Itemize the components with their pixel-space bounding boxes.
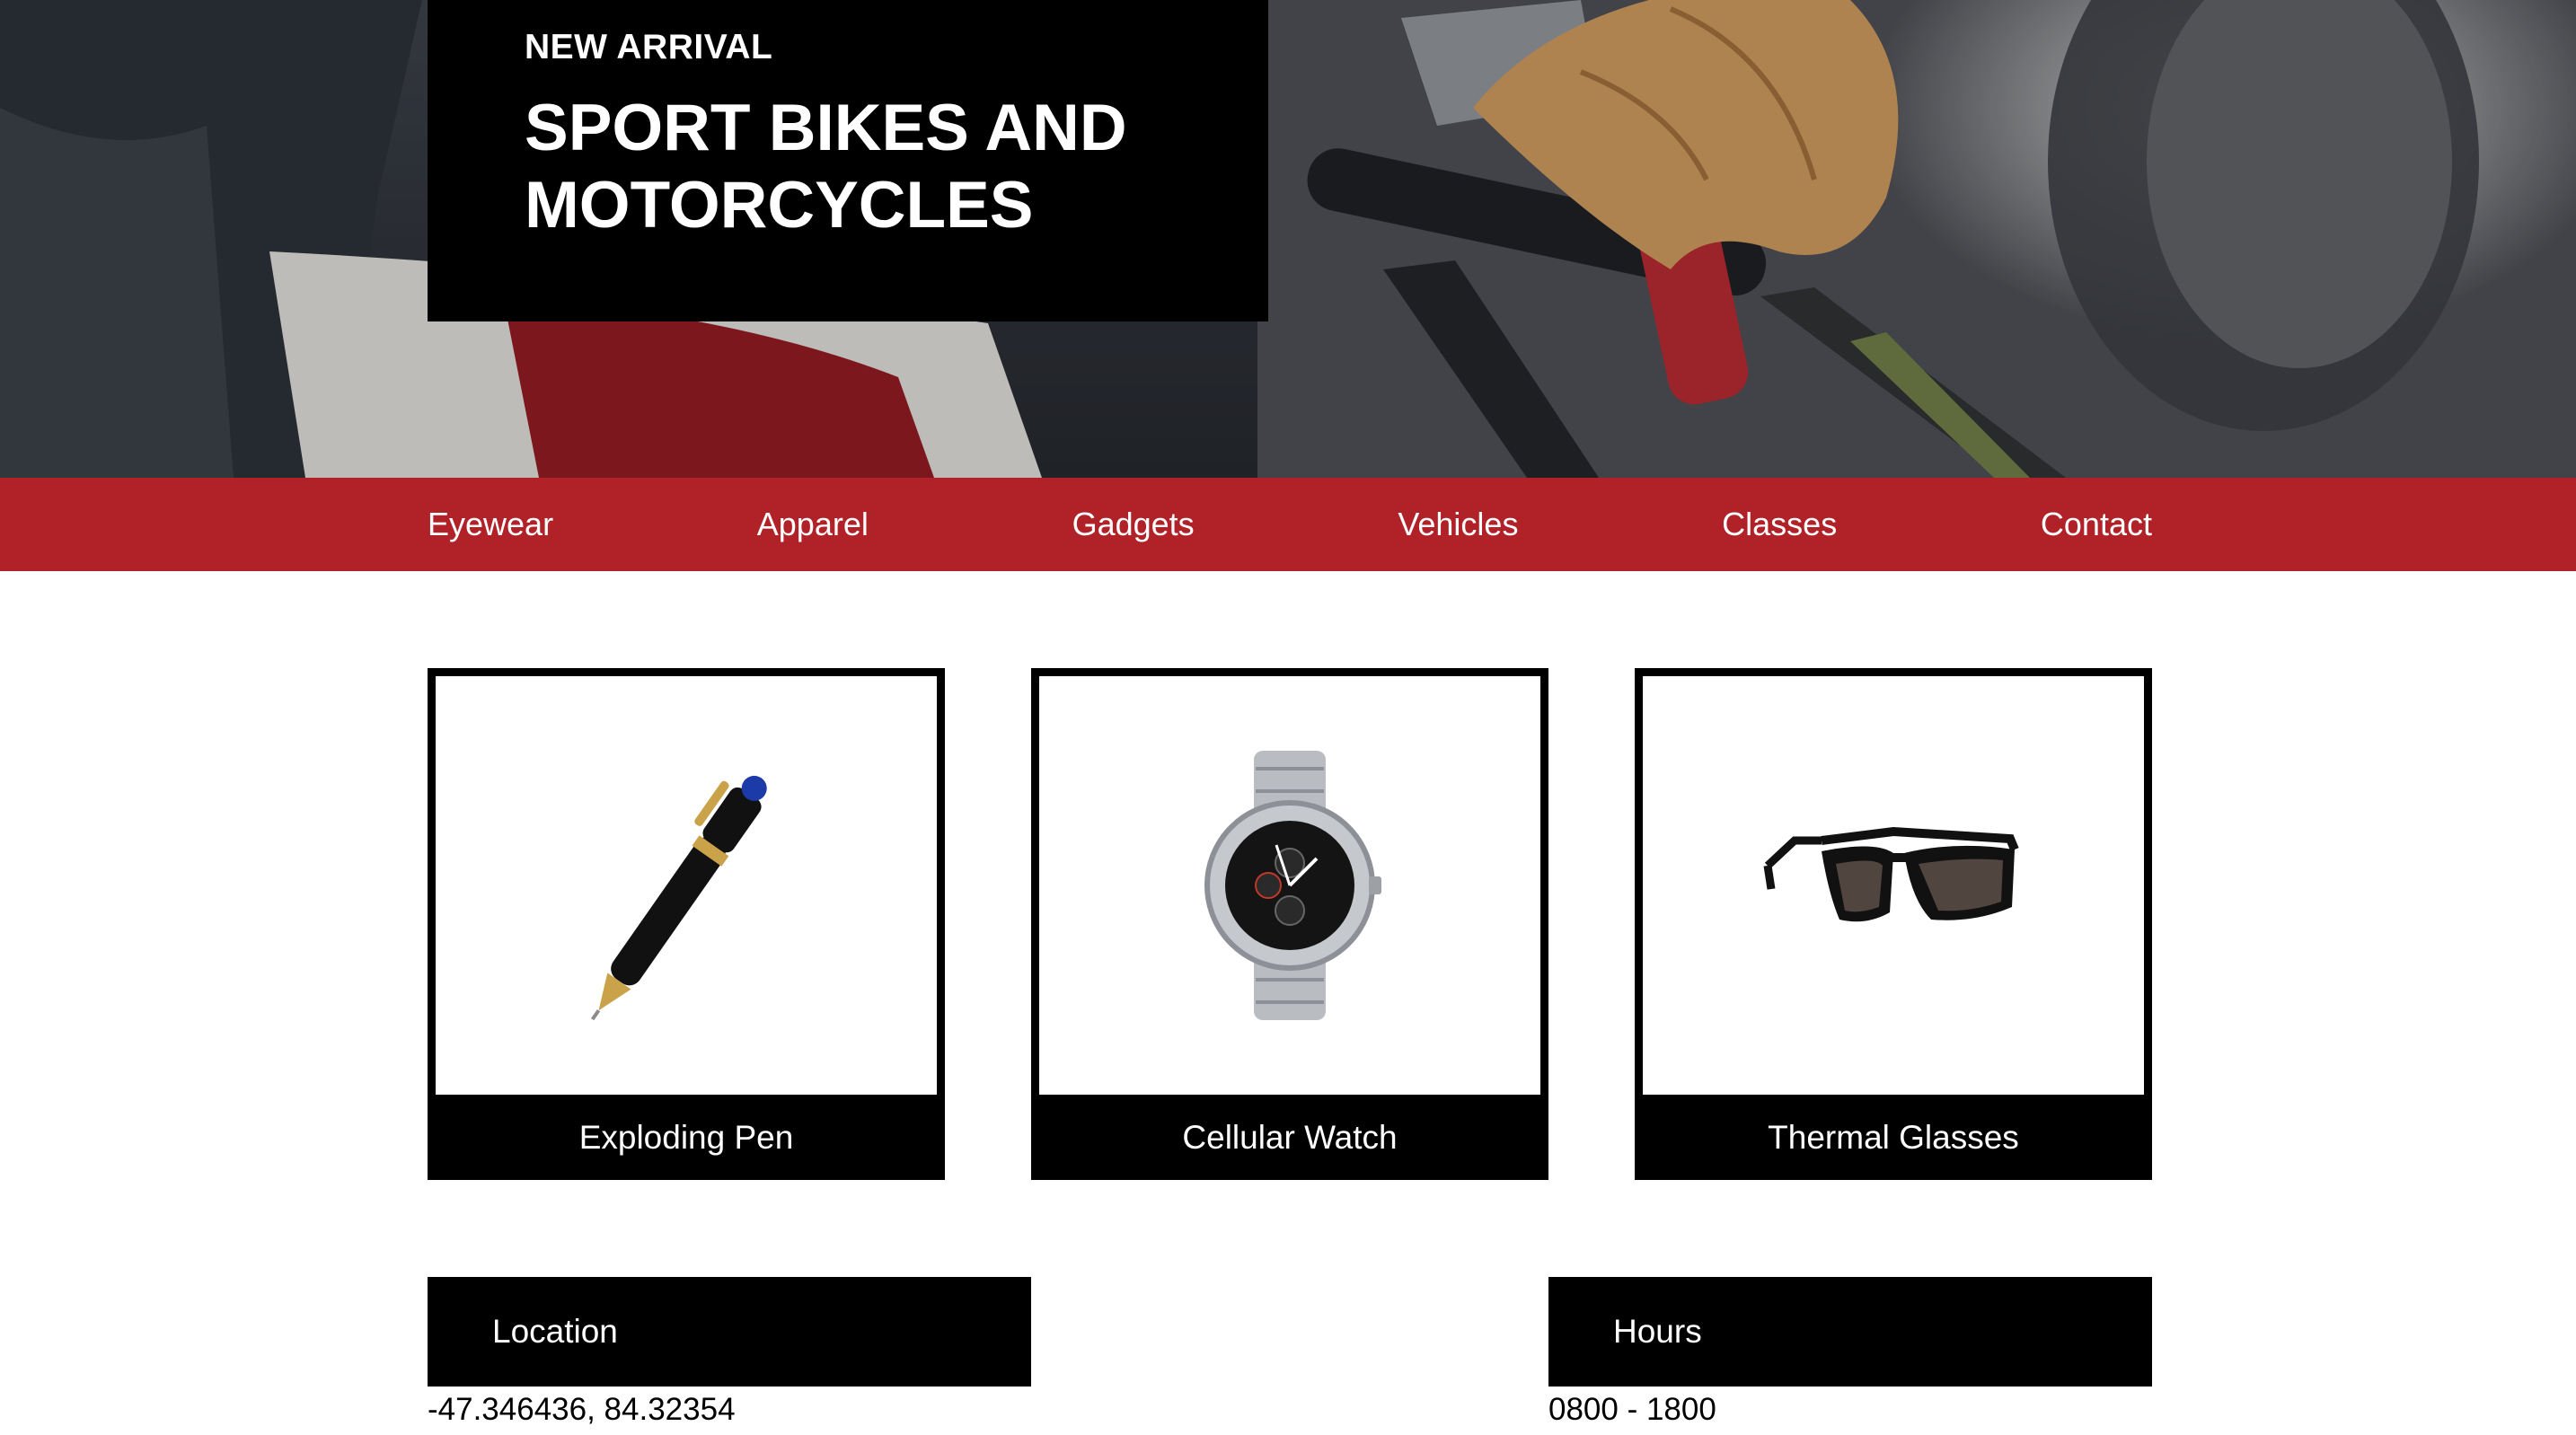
hero-kicker: NEW ARRIVAL [525,28,773,66]
hours-heading: Hours [1548,1277,2152,1387]
hero-banner: NEW ARRIVAL SPORT BIKES AND MOTORCYCLES [0,0,2576,478]
product-name: Exploding Pen [428,1095,945,1180]
main-nav: Eyewear Apparel Gadgets Vehicles Classes… [0,478,2576,571]
hours-value: 0800 - 1800 [1548,1392,1716,1427]
product-name: Thermal Glasses [1635,1095,2152,1180]
watch-image [1039,676,1540,1095]
hero-motorcycle-photo [0,0,2576,478]
nav-item-contact[interactable]: Contact [2041,506,2152,543]
hero-title-box: NEW ARRIVAL SPORT BIKES AND MOTORCYCLES [428,0,1268,321]
nav-item-classes[interactable]: Classes [1722,506,1837,543]
nav-item-eyewear[interactable]: Eyewear [428,506,553,543]
glasses-image [1643,676,2144,1095]
hero-headline: SPORT BIKES AND MOTORCYCLES [525,92,1127,242]
product-name: Cellular Watch [1031,1095,1548,1180]
nav-item-gadgets[interactable]: Gadgets [1072,506,1195,543]
pen-image [436,676,937,1095]
nav-item-apparel[interactable]: Apparel [757,506,869,543]
product-card-cellular-watch[interactable]: Cellular Watch [1031,668,1548,1180]
nav-item-vehicles[interactable]: Vehicles [1398,506,1518,543]
location-heading: Location [428,1277,1031,1387]
location-value: -47.346436, 84.32354 [428,1392,736,1427]
product-card-exploding-pen[interactable]: Exploding Pen [428,668,945,1180]
product-card-thermal-glasses[interactable]: Thermal Glasses [1635,668,2152,1180]
